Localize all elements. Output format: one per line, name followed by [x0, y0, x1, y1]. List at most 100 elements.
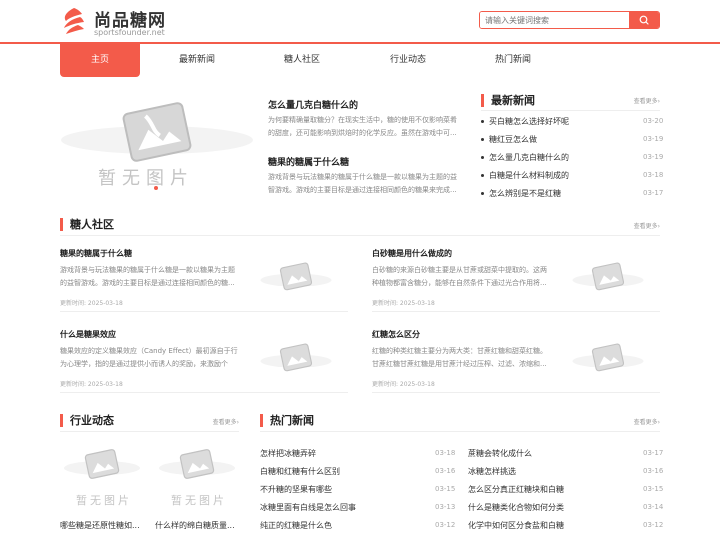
industry-image[interactable]: 暂无图片	[155, 440, 239, 512]
section-marker	[481, 94, 484, 107]
search-box	[479, 11, 660, 29]
hot-news-header: 热门新闻 查看更多›	[260, 412, 660, 430]
more-link[interactable]: 查看更多›	[213, 417, 239, 426]
industry-header: 行业动态 查看更多›	[60, 412, 239, 430]
section-marker	[60, 414, 63, 427]
hot-news-item[interactable]: 纯正的红糖是什么色	[260, 520, 332, 531]
item-date: 03-14	[643, 503, 664, 511]
community-card-title[interactable]: 什么是糖果效应	[60, 329, 116, 340]
community-card-desc: 红糖的种类红糖主要分为两大类：甘蔗红糖和甜菜红糖。甘蔗红糖甘蔗红糖是用甘蔗汁经过…	[372, 347, 547, 368]
community-card-time: 更新时间: 2025-03-18	[60, 381, 123, 388]
divider	[372, 311, 660, 312]
placeholder-text: 暂无图片	[171, 494, 227, 507]
divider	[60, 311, 348, 312]
hot-news-item[interactable]: 怎么区分真正红糖块和白糖	[468, 484, 564, 495]
hot-news-item[interactable]: 冰糖怎样挑选	[468, 466, 516, 477]
page: 尚品糖网 sportsfounder.net 主页 最新新闻 糖人社区 行业动态…	[0, 0, 720, 540]
divider	[372, 392, 660, 393]
item-date: 03-18	[643, 171, 664, 179]
search-input[interactable]	[480, 12, 630, 28]
bullet-dot	[481, 120, 484, 123]
hot-news-item[interactable]: 冰糖里面有白线是怎么回事	[260, 502, 356, 513]
community-card-desc: 糖果效应的定义糖果效应（Candy Effect）最初源自于行为心理学，指的是通…	[60, 347, 238, 368]
industry-item-title[interactable]: 什么样的绵白糖质量...	[155, 520, 235, 531]
community-card-image[interactable]	[246, 335, 346, 391]
more-link[interactable]: 查看更多›	[634, 96, 660, 105]
community-card-time: 更新时间: 2025-03-18	[372, 300, 435, 307]
section-marker	[260, 414, 263, 427]
hot-news-item[interactable]: 怎样把冰糖弄碎	[260, 448, 316, 459]
industry-item-title[interactable]: 哪些糖是还原性糖如...	[60, 520, 140, 531]
more-link[interactable]: 查看更多›	[634, 417, 660, 426]
image-placeholder-icon	[260, 343, 332, 372]
logo-icon	[64, 8, 84, 34]
nav-item-hot-news[interactable]: 热门新闻	[473, 44, 553, 77]
search-button[interactable]	[629, 12, 659, 28]
search-icon	[639, 15, 649, 25]
placeholder-text: 暂无图片	[98, 168, 194, 189]
item-date: 03-18	[435, 449, 456, 457]
latest-news-item[interactable]: 怎么辨别是不是红糖	[489, 188, 561, 199]
item-date: 03-19	[643, 153, 664, 161]
latest-news-item[interactable]: 怎么量几克白糖什么的	[489, 152, 569, 163]
main-nav: 主页 最新新闻 糖人社区 行业动态 热门新闻	[60, 44, 660, 77]
community-title: 糖人社区	[70, 218, 114, 231]
community-card-title[interactable]: 红糖怎么区分	[372, 329, 420, 340]
community-card-title[interactable]: 糖果的糖属于什么糖	[60, 248, 132, 259]
bullet-dot	[481, 138, 484, 141]
divider	[60, 431, 239, 432]
hot-news-item[interactable]: 不升糖的坚果有哪些	[260, 484, 332, 495]
image-placeholder-icon	[260, 262, 332, 291]
section-marker	[60, 218, 63, 231]
nav-item-community[interactable]: 糖人社区	[262, 44, 342, 77]
item-date: 03-15	[435, 485, 456, 493]
slider-dot[interactable]	[154, 186, 158, 190]
slider-article-desc: 为何要精确量取糖分？在现实生活中，糖的使用不仅影响菜肴的甜度，还可能影响到烘焙时…	[268, 116, 457, 137]
item-date: 03-16	[643, 467, 664, 475]
image-placeholder-icon	[64, 449, 140, 479]
image-placeholder-icon	[572, 262, 644, 291]
more-link[interactable]: 查看更多›	[634, 221, 660, 230]
divider	[60, 392, 348, 393]
industry-title: 行业动态	[70, 414, 114, 427]
latest-news-title: 最新新闻	[491, 94, 535, 107]
latest-news-header: 最新新闻 查看更多›	[481, 92, 660, 110]
site-header: 尚品糖网 sportsfounder.net	[0, 0, 720, 44]
community-card-image[interactable]	[558, 254, 658, 310]
site-domain: sportsfounder.net	[94, 28, 165, 37]
community-card-image[interactable]	[246, 254, 346, 310]
hot-news-item[interactable]: 什么是糖类化合物如何分类	[468, 502, 564, 513]
hot-news-title: 热门新闻	[270, 414, 314, 427]
latest-news-item[interactable]: 糖红豆怎么做	[489, 134, 537, 145]
hot-news-item[interactable]: 白糖和红糖有什么区别	[260, 466, 340, 477]
hot-news-item[interactable]: 蔗糖会转化成什么	[468, 448, 532, 459]
item-date: 03-13	[435, 503, 456, 511]
hot-news-item[interactable]: 化学中如何区分食盐和白糖	[468, 520, 564, 531]
community-card-time: 更新时间: 2025-03-18	[372, 381, 435, 388]
item-date: 03-20	[643, 117, 664, 125]
latest-news-item[interactable]: 白糖是什么材料制成的	[489, 170, 569, 181]
item-date: 03-12	[643, 521, 664, 529]
image-placeholder-icon	[159, 449, 235, 479]
item-date: 03-19	[643, 135, 664, 143]
community-card-desc: 白砂糖的来源白砂糖主要是从甘蔗或甜菜中提取的。这两种植物都富含糖分，能够在自然条…	[372, 266, 547, 287]
placeholder-text: 暂无图片	[76, 494, 132, 507]
site-logo[interactable]: 尚品糖网 sportsfounder.net	[60, 4, 180, 40]
community-card-desc: 游戏背景与玩法糖果的糖属于什么糖是一款以糖果为主题的益智游戏。游戏的主要目标是通…	[60, 266, 235, 287]
nav-item-home[interactable]: 主页	[60, 44, 140, 77]
industry-image[interactable]: 暂无图片	[60, 440, 144, 512]
slider-article-desc: 游戏背景与玩法糖果的糖属于什么糖是一款以糖果为主题的益智游戏。游戏的主要目标是通…	[268, 173, 457, 194]
nav-item-industry[interactable]: 行业动态	[368, 44, 448, 77]
divider	[481, 110, 660, 111]
slider-image[interactable]: 暂无图片	[60, 92, 255, 202]
item-date: 03-16	[435, 467, 456, 475]
community-card-image[interactable]	[558, 335, 658, 391]
nav-item-latest-news[interactable]: 最新新闻	[157, 44, 237, 77]
item-date: 03-17	[643, 189, 664, 197]
community-card-time: 更新时间: 2025-03-18	[60, 300, 123, 307]
slider-article-title[interactable]: 糖果的糖属于什么糖	[268, 155, 349, 168]
item-date: 03-15	[643, 485, 664, 493]
community-card-title[interactable]: 白砂糖是用什么做成的	[372, 248, 452, 259]
latest-news-item[interactable]: 买白糖怎么选择好坏呢	[489, 116, 569, 127]
slider-article-title[interactable]: 怎么量几克白糖什么的	[268, 98, 358, 111]
